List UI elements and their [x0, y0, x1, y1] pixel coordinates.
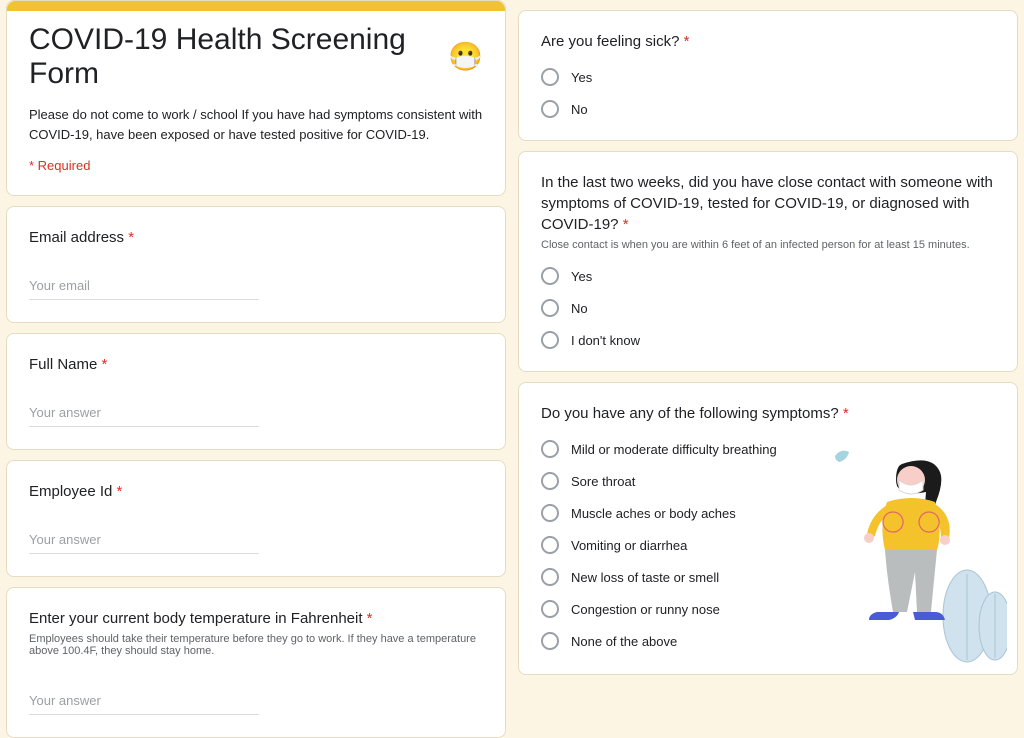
question-title-text: Full Name [29, 356, 97, 373]
text-input[interactable] [29, 687, 259, 715]
radio-option[interactable]: Congestion or runny nose [541, 600, 995, 618]
question-title: Enter your current body temperature in F… [29, 608, 483, 629]
question-title: Do you have any of the following symptom… [541, 403, 995, 424]
radio-option-label: New loss of taste or smell [571, 570, 719, 585]
question-card: Full Name * [6, 333, 506, 450]
question-title: Full Name * [29, 354, 483, 375]
question-title: Are you feeling sick? * [541, 31, 995, 52]
question-title: Employee Id * [29, 481, 483, 502]
required-asterisk-icon: * [619, 216, 629, 233]
text-input[interactable] [29, 526, 259, 554]
required-asterisk-icon: * [679, 33, 689, 50]
radio-option[interactable]: No [541, 299, 995, 317]
radio-option-label: None of the above [571, 634, 677, 649]
radio-option-label: Muscle aches or body aches [571, 506, 736, 521]
radio-option[interactable]: Muscle aches or body aches [541, 504, 995, 522]
radio-circle-icon [541, 331, 559, 349]
header-accent-bar [7, 1, 505, 11]
text-input[interactable] [29, 399, 259, 427]
required-asterisk-icon: * [97, 356, 107, 373]
radio-option-label: Mild or moderate difficulty breathing [571, 442, 777, 457]
radio-option[interactable]: Vomiting or diarrhea [541, 536, 995, 554]
radio-circle-icon [541, 472, 559, 490]
radio-circle-icon [541, 504, 559, 522]
radio-circle-icon [541, 536, 559, 554]
header-card: COVID-19 Health Screening Form 😷 Please … [6, 0, 506, 196]
right-column: Are you feeling sick? * Yes No In the last … [518, 0, 1018, 738]
left-column: COVID-19 Health Screening Form 😷 Please … [6, 0, 506, 738]
question-title-text: Employee Id [29, 483, 112, 500]
radio-option[interactable]: Yes [541, 68, 995, 86]
radio-circle-icon [541, 267, 559, 285]
question-help: Employees should take their temperature … [29, 633, 483, 657]
radio-circle-icon [541, 632, 559, 650]
radio-option-label: Sore throat [571, 474, 635, 489]
radio-list: Mild or moderate difficulty breathing Sor… [541, 440, 995, 650]
radio-circle-icon [541, 440, 559, 458]
radio-option-label: No [571, 301, 588, 316]
radio-option-label: Yes [571, 70, 592, 85]
question-title: Email address * [29, 227, 483, 248]
question-card: Email address * [6, 206, 506, 323]
form-description: Please do not come to work / school If y… [29, 105, 483, 144]
mask-emoji-icon: 😷 [448, 43, 483, 71]
radio-circle-icon [541, 568, 559, 586]
radio-circle-icon [541, 299, 559, 317]
radio-option[interactable]: Mild or moderate difficulty breathing [541, 440, 995, 458]
radio-option[interactable]: No [541, 100, 995, 118]
question-card: Do you have any of the following symptom… [518, 382, 1018, 675]
question-title-text: Enter your current body temperature in F… [29, 610, 363, 627]
radio-circle-icon [541, 68, 559, 86]
radio-circle-icon [541, 600, 559, 618]
radio-list: Yes No [541, 68, 995, 118]
radio-option-label: I don't know [571, 333, 640, 348]
radio-circle-icon [541, 100, 559, 118]
question-card: Are you feeling sick? * Yes No [518, 10, 1018, 141]
question-title-text: In the last two weeks, did you have clos… [541, 174, 993, 233]
question-help: Close contact is when you are within 6 f… [541, 239, 995, 251]
question-title-text: Are you feeling sick? [541, 33, 679, 50]
radio-option-label: Yes [571, 269, 592, 284]
question-title-text: Do you have any of the following symptom… [541, 405, 839, 422]
required-asterisk-icon: * [112, 483, 122, 500]
radio-list: Yes No I don't know [541, 267, 995, 349]
question-card: In the last two weeks, did you have clos… [518, 151, 1018, 372]
radio-option[interactable]: None of the above [541, 632, 995, 650]
required-note: * Required [29, 158, 483, 173]
question-title: In the last two weeks, did you have clos… [541, 172, 995, 235]
form-title-text: COVID-19 Health Screening Form [29, 23, 442, 91]
required-asterisk-icon: * [124, 229, 134, 246]
radio-option[interactable]: Sore throat [541, 472, 995, 490]
question-title-text: Email address [29, 229, 124, 246]
form-title: COVID-19 Health Screening Form 😷 [29, 23, 483, 91]
required-asterisk-icon: * [363, 610, 373, 627]
text-input[interactable] [29, 272, 259, 300]
question-card: Enter your current body temperature in F… [6, 587, 506, 738]
radio-option[interactable]: Yes [541, 267, 995, 285]
radio-option[interactable]: I don't know [541, 331, 995, 349]
radio-option[interactable]: New loss of taste or smell [541, 568, 995, 586]
radio-option-label: Congestion or runny nose [571, 602, 720, 617]
radio-option-label: Vomiting or diarrhea [571, 538, 687, 553]
required-asterisk-icon: * [839, 405, 849, 422]
question-card: Employee Id * [6, 460, 506, 577]
radio-option-label: No [571, 102, 588, 117]
